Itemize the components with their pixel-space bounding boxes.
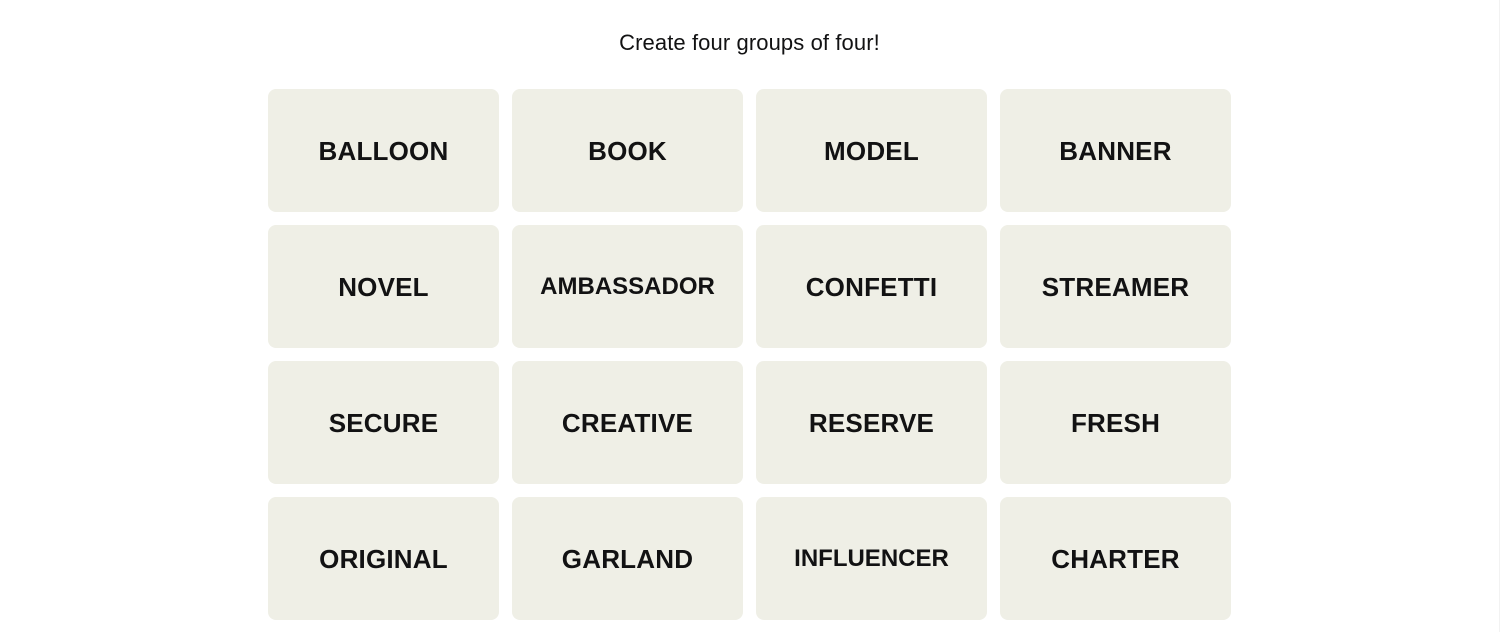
word-tile-label: CONFETTI bbox=[805, 271, 938, 302]
puzzle-page: Create four groups of four! BALLOON BOOK… bbox=[0, 0, 1500, 632]
word-tile-label: INFLUENCER bbox=[794, 544, 949, 572]
word-tile[interactable]: STREAMER bbox=[1000, 225, 1231, 348]
word-tile-label: RESERVE bbox=[808, 407, 935, 438]
word-tile-label: STREAMER bbox=[1041, 271, 1190, 302]
word-tile-label: CHARTER bbox=[1051, 543, 1180, 574]
word-tile-label: MODEL bbox=[824, 135, 919, 166]
word-tile[interactable]: INFLUENCER bbox=[756, 497, 987, 620]
word-tile[interactable]: CHARTER bbox=[1000, 497, 1231, 620]
word-tile-label: ORIGINAL bbox=[319, 543, 448, 574]
word-tile-label: AMBASSADOR bbox=[540, 272, 715, 300]
word-tile[interactable]: NOVEL bbox=[268, 225, 499, 348]
word-tile-label: CREATIVE bbox=[561, 407, 694, 438]
word-tile[interactable]: ORIGINAL bbox=[268, 497, 499, 620]
word-tile-label: GARLAND bbox=[561, 543, 694, 574]
word-tile[interactable]: AMBASSADOR bbox=[512, 225, 743, 348]
word-tile-label: NOVEL bbox=[338, 271, 429, 302]
tile-grid: BALLOON BOOK MODEL BANNER NOVEL AMBASSAD… bbox=[268, 89, 1232, 620]
word-tile-label: SECURE bbox=[328, 407, 439, 438]
puzzle-board: Create four groups of four! BALLOON BOOK… bbox=[268, 0, 1232, 620]
word-tile-label: BOOK bbox=[588, 135, 667, 166]
page-title: Create four groups of four! bbox=[619, 30, 880, 55]
word-tile[interactable]: RESERVE bbox=[756, 361, 987, 484]
word-tile[interactable]: CONFETTI bbox=[756, 225, 987, 348]
word-tile[interactable]: CREATIVE bbox=[512, 361, 743, 484]
word-tile[interactable]: GARLAND bbox=[512, 497, 743, 620]
word-tile[interactable]: MODEL bbox=[756, 89, 987, 212]
word-tile[interactable]: BOOK bbox=[512, 89, 743, 212]
word-tile-label: BALLOON bbox=[318, 135, 449, 166]
word-tile[interactable]: SECURE bbox=[268, 361, 499, 484]
word-tile[interactable]: BALLOON bbox=[268, 89, 499, 212]
word-tile[interactable]: FRESH bbox=[1000, 361, 1231, 484]
word-tile-label: FRESH bbox=[1070, 407, 1161, 438]
word-tile-label: BANNER bbox=[1059, 135, 1172, 166]
word-tile[interactable]: BANNER bbox=[1000, 89, 1231, 212]
